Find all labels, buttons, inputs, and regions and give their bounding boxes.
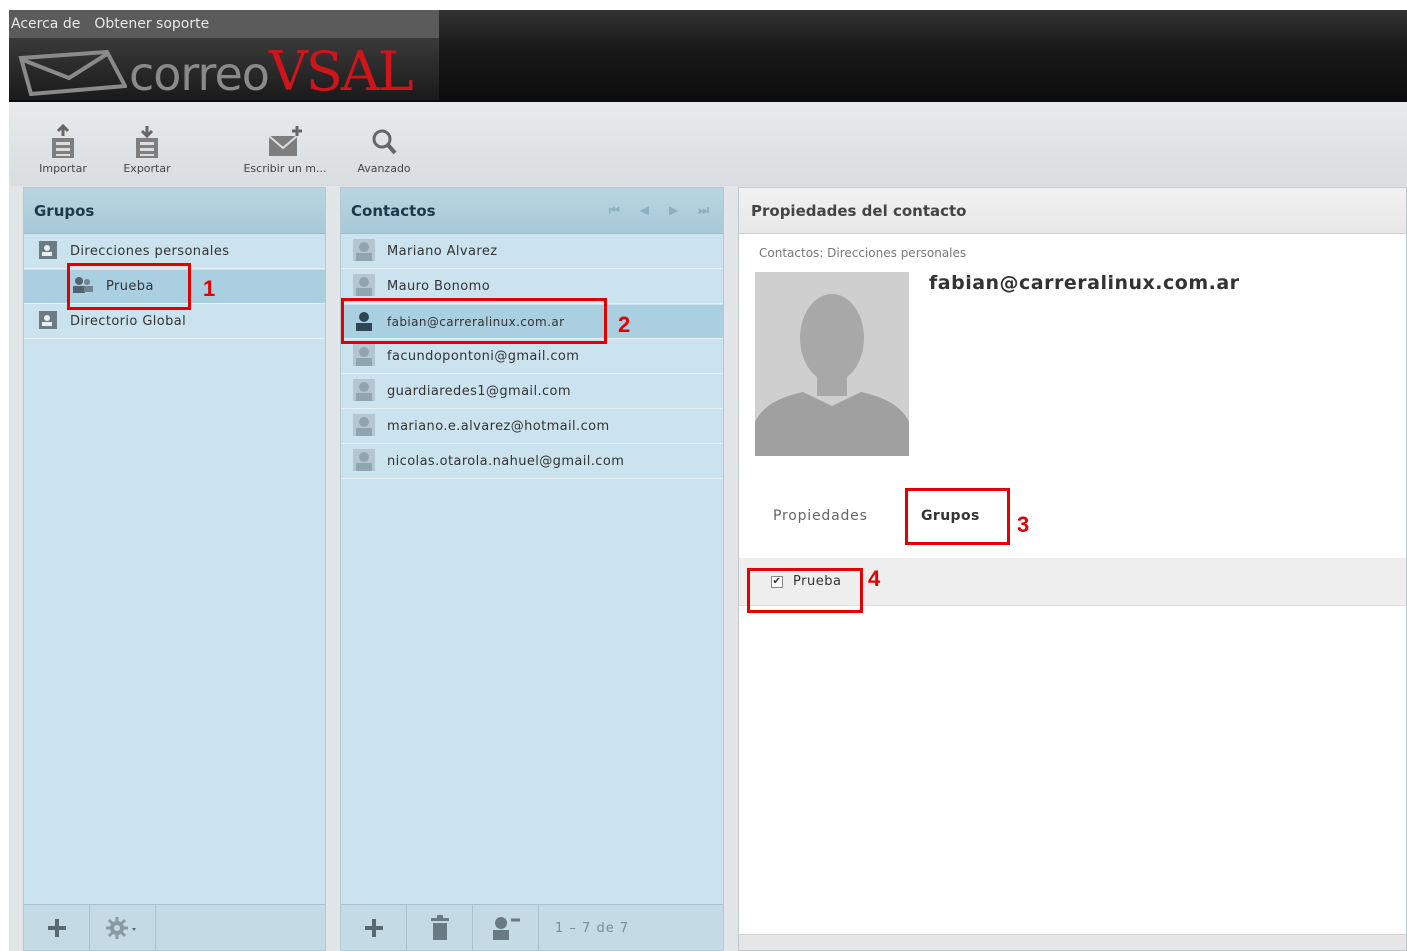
contact-row[interactable]: mariano.e.alvarez@hotmail.com <box>341 410 723 444</box>
app-header: Acerca de Obtener soporte correoVSAL <box>9 10 1407 103</box>
contacts-footer: 1 – 7 de 7 <box>341 904 723 950</box>
export-icon <box>136 126 158 158</box>
annotation-box-3 <box>905 488 1010 545</box>
annotation-number-3: 3 <box>1017 512 1030 537</box>
contacts-title: Contactos <box>351 201 436 220</box>
import-label: Importar <box>39 162 87 175</box>
contact-person-icon <box>353 413 375 440</box>
support-link[interactable]: Obtener soporte <box>94 16 209 32</box>
envelope-logo-icon <box>18 49 127 96</box>
search-icon <box>372 129 397 155</box>
contact-name: fabian@carreralinux.com.ar <box>929 272 1240 294</box>
detail-header: Propiedades del contacto <box>739 188 1406 234</box>
contact-label: Mariano Alvarez <box>387 244 498 259</box>
contact-label: facundopontoni@gmail.com <box>387 349 580 364</box>
pager-arrows: ⏮ ◀ ▶ ⏭ <box>609 203 709 218</box>
contact-person-icon <box>353 273 375 300</box>
compose-mail-icon <box>268 126 302 156</box>
group-label: Direcciones personales <box>70 244 230 259</box>
add-group-button[interactable] <box>24 905 90 950</box>
detail-footer <box>739 934 1406 950</box>
about-link[interactable]: Acerca de <box>11 16 80 32</box>
next-page-icon[interactable]: ▶ <box>669 203 678 218</box>
last-page-icon[interactable]: ⏭ <box>698 203 709 218</box>
address-book-icon <box>38 240 58 264</box>
contact-row[interactable]: nicolas.otarola.nahuel@gmail.com <box>341 445 723 479</box>
group-label: Directorio Global <box>70 314 187 329</box>
contact-row[interactable]: guardiaredes1@gmail.com <box>341 375 723 409</box>
logo-prefix: correo <box>129 47 270 101</box>
first-page-icon[interactable]: ⏮ <box>609 203 620 218</box>
trash-icon <box>430 915 449 940</box>
group-settings-button[interactable] <box>90 905 156 950</box>
groups-header: Grupos <box>24 188 325 234</box>
pagination-count: 1 – 7 de 7 <box>555 920 630 936</box>
contact-person-icon <box>353 448 375 475</box>
annotation-number-1: 1 <box>203 276 216 301</box>
contact-photo[interactable] <box>755 272 909 456</box>
delete-contact-button[interactable] <box>407 905 473 950</box>
compose-button[interactable]: Escribir un m... <box>235 124 335 175</box>
plus-icon <box>47 919 66 937</box>
top-menu: Acerca de Obtener soporte <box>9 10 439 38</box>
annotation-number-2: 2 <box>618 312 631 337</box>
remove-user-icon <box>492 917 520 940</box>
annotation-box-2 <box>341 298 607 344</box>
contact-label: guardiaredes1@gmail.com <box>387 384 571 399</box>
contact-row[interactable]: facundopontoni@gmail.com <box>341 340 723 374</box>
annotation-number-4: 4 <box>868 566 881 591</box>
contact-row[interactable]: Mariano Alvarez <box>341 235 723 269</box>
contact-label: nicolas.otarola.nahuel@gmail.com <box>387 454 625 469</box>
toolbar: Importar Exportar Escribir un m... Avanz… <box>9 102 1407 186</box>
import-button[interactable]: Importar <box>35 124 91 175</box>
plus-icon <box>364 919 383 937</box>
tab-propiedades[interactable]: Propiedades <box>773 508 868 524</box>
add-contact-button[interactable] <box>341 905 407 950</box>
remove-from-group-button[interactable] <box>473 905 539 950</box>
contact-person-icon <box>353 378 375 405</box>
group-item-global[interactable]: Directorio Global <box>24 305 325 339</box>
export-label: Exportar <box>123 162 171 175</box>
export-button[interactable]: Exportar <box>117 124 177 175</box>
app-logo: correoVSAL <box>9 38 439 103</box>
address-book-icon <box>38 310 58 334</box>
contact-label: Mauro Bonomo <box>387 279 491 294</box>
compose-label: Escribir un m... <box>243 162 327 175</box>
detail-breadcrumb: Contactos: Direcciones personales <box>759 246 967 260</box>
contact-label: mariano.e.alvarez@hotmail.com <box>387 419 610 434</box>
contact-person-icon <box>353 343 375 370</box>
annotation-box-4 <box>747 568 863 613</box>
contacts-header: Contactos ⏮ ◀ ▶ ⏭ <box>341 188 723 234</box>
advanced-search-button[interactable]: Avanzado <box>351 124 417 175</box>
avatar-placeholder-icon <box>755 272 909 456</box>
logo-brand: VSAL <box>268 40 414 103</box>
logo-text: correoVSAL <box>129 40 414 103</box>
app-window: Acerca de Obtener soporte correoVSAL Imp… <box>9 10 1407 951</box>
advanced-label: Avanzado <box>357 162 411 175</box>
contact-person-icon <box>353 238 375 265</box>
annotation-box-1 <box>67 263 191 310</box>
prev-page-icon[interactable]: ◀ <box>640 203 649 218</box>
groups-footer <box>24 904 325 950</box>
import-icon <box>52 124 74 158</box>
gear-icon <box>105 917 136 939</box>
